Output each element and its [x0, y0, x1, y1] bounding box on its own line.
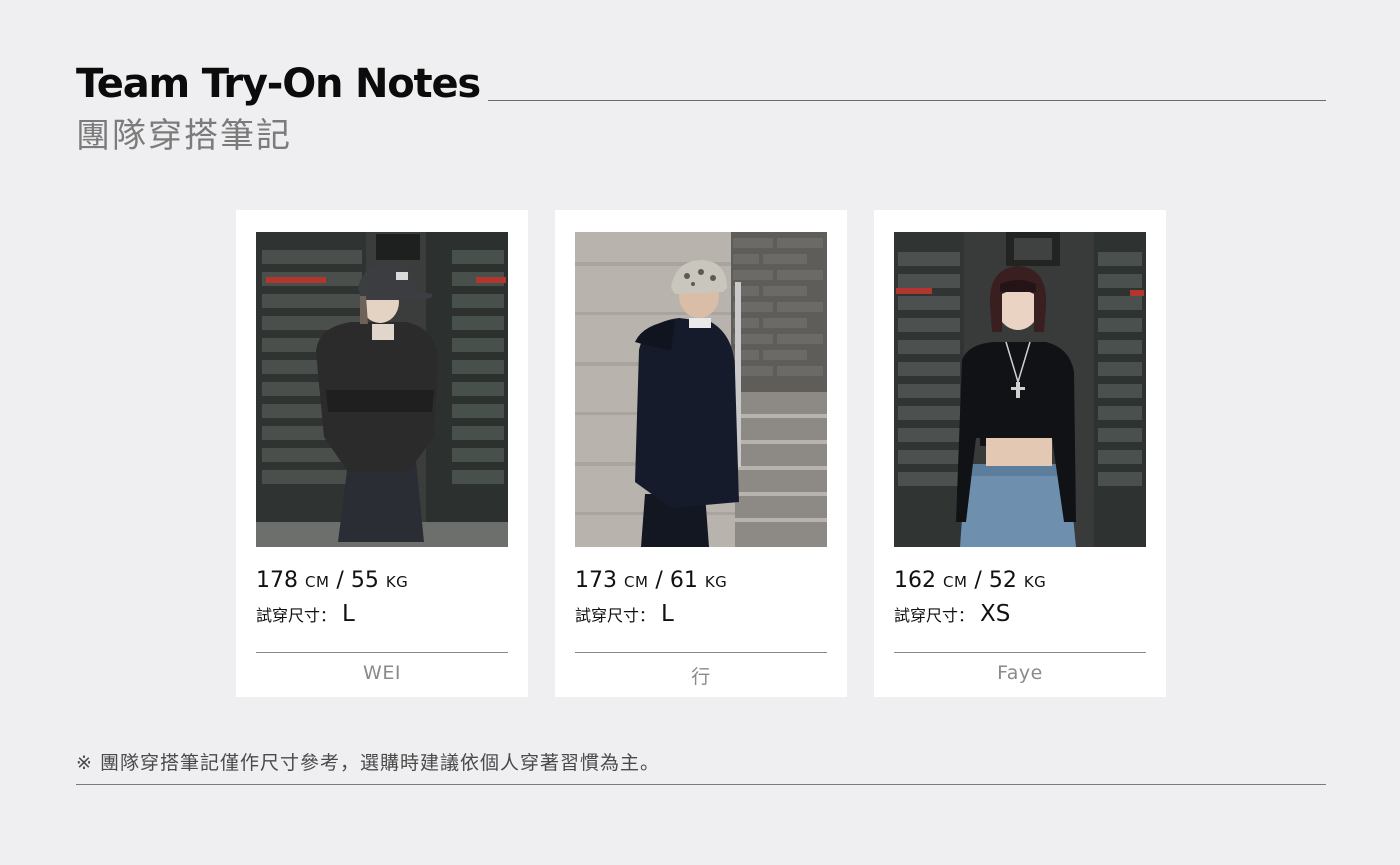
- size-label: 試穿尺寸：: [256, 606, 337, 625]
- model-name: 行: [691, 666, 711, 688]
- footnote: ※ 團隊穿搭筆記僅作尺寸參考，選購時建議依個人穿著習慣為主。: [76, 752, 660, 774]
- model-photo: [256, 232, 508, 547]
- model-name: WEI: [363, 662, 401, 684]
- size-row: 試穿尺寸： L: [256, 599, 408, 631]
- try-on-card: 178 CM / 55 KG 試穿尺寸： L WEI: [236, 210, 528, 697]
- size-label: 試穿尺寸：: [894, 606, 975, 625]
- body-metrics: 162 CM / 52 KG 試穿尺寸： XS: [894, 566, 1046, 631]
- weight-value: 55: [350, 568, 379, 593]
- try-on-card: 162 CM / 52 KG 試穿尺寸： XS Faye: [874, 210, 1166, 697]
- body-metrics: 178 CM / 55 KG 試穿尺寸： L: [256, 566, 408, 631]
- weight-unit: KG: [385, 573, 409, 591]
- separator: /: [655, 568, 663, 593]
- height-value: 178: [256, 568, 298, 593]
- header: Team Try-On Notes 團隊穿搭筆記: [76, 58, 1326, 158]
- title-divider: [488, 100, 1326, 101]
- separator: /: [336, 568, 344, 593]
- page-subtitle: 團隊穿搭筆記: [76, 116, 292, 156]
- weight-unit: KG: [1023, 573, 1047, 591]
- model-photo: [575, 232, 827, 547]
- height-value: 162: [894, 568, 936, 593]
- card-divider: [894, 652, 1146, 653]
- card-divider: [256, 652, 508, 653]
- page-title: Team Try-On Notes: [76, 61, 481, 107]
- height-value: 173: [575, 568, 617, 593]
- height-unit: CM: [624, 573, 649, 591]
- size-value: L: [342, 601, 355, 627]
- height-unit: CM: [943, 573, 968, 591]
- size-value: L: [661, 601, 674, 627]
- separator: /: [974, 568, 982, 593]
- try-on-cards: 178 CM / 55 KG 試穿尺寸： L WEI 173 CM / 61 K…: [236, 210, 1166, 697]
- try-on-card: 173 CM / 61 KG 試穿尺寸： L 行: [555, 210, 847, 697]
- model-name: Faye: [997, 662, 1043, 684]
- height-weight: 173 CM / 61 KG: [575, 566, 727, 597]
- footer-divider: [76, 784, 1326, 785]
- card-divider: [575, 652, 827, 653]
- weight-value: 52: [988, 568, 1017, 593]
- weight-unit: KG: [704, 573, 728, 591]
- size-row: 試穿尺寸： XS: [894, 599, 1046, 631]
- model-photo: [894, 232, 1146, 547]
- body-metrics: 173 CM / 61 KG 試穿尺寸： L: [575, 566, 727, 631]
- height-weight: 162 CM / 52 KG: [894, 566, 1046, 597]
- size-label: 試穿尺寸：: [575, 606, 656, 625]
- size-value: XS: [980, 601, 1011, 627]
- title-row: Team Try-On Notes: [76, 58, 1326, 110]
- weight-value: 61: [669, 568, 698, 593]
- height-weight: 178 CM / 55 KG: [256, 566, 408, 597]
- size-row: 試穿尺寸： L: [575, 599, 727, 631]
- height-unit: CM: [305, 573, 330, 591]
